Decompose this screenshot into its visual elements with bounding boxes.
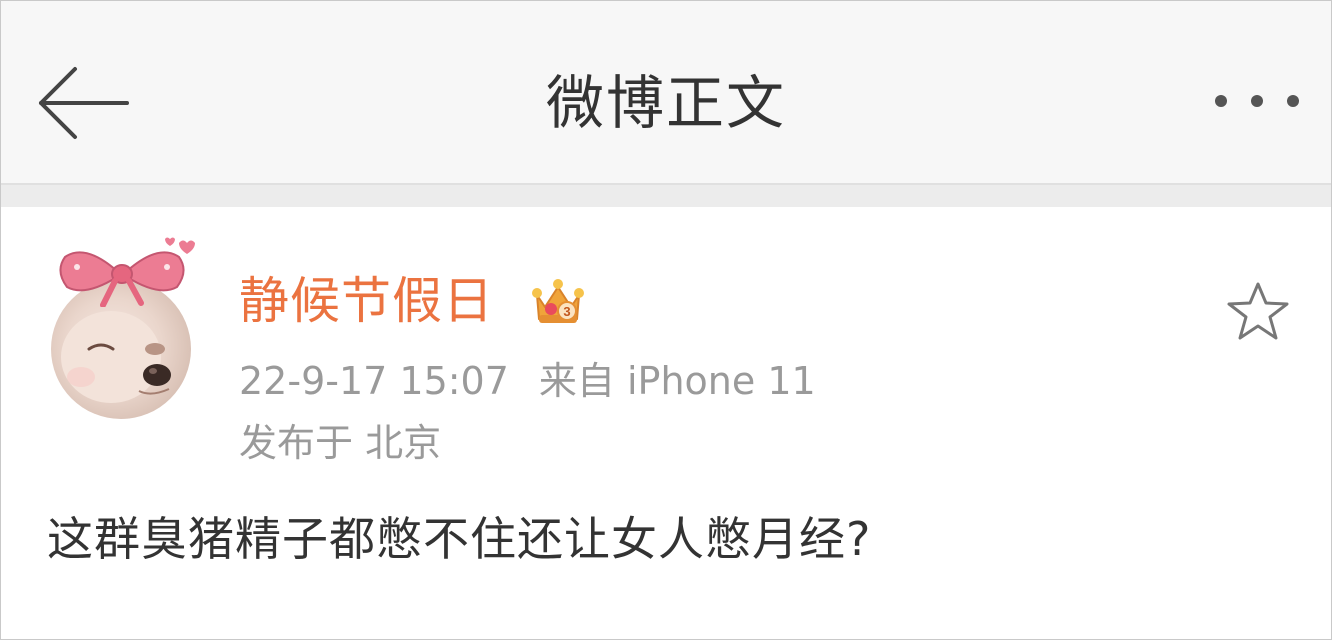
post-content: 这群臭猪精子都憋不住还让女人憋月经? [47,512,872,566]
page-title: 微博正文 [545,69,786,137]
post-time: 22-9-17 15:07 [239,359,509,403]
post-location: 发布于 北京 [239,421,442,465]
vip-level: 3 [563,304,570,319]
post-card: 静候节假日 3 22-9-17 15:07 来自 iPhone 11 发布于 北京… [1,207,1331,639]
post-source: 来自 iPhone 11 [538,359,816,403]
favorite-button[interactable] [1225,279,1291,345]
avatar[interactable] [49,237,199,419]
bow-icon [59,237,195,307]
crown-vip-icon: 3 [529,273,587,329]
post-meta: 22-9-17 15:07 来自 iPhone 11 [239,357,816,405]
username-link[interactable]: 静候节假日 [239,269,494,333]
more-horizontal-icon [1215,95,1299,107]
star-outline-icon [1227,282,1289,340]
more-button[interactable] [1209,81,1305,121]
weibo-post-page: 微博正文 静候节假日 3 22-9-17 15:07 来自 iPhone 11 … [0,0,1332,640]
top-nav-bar: 微博正文 [1,1,1331,183]
section-divider [1,183,1331,207]
